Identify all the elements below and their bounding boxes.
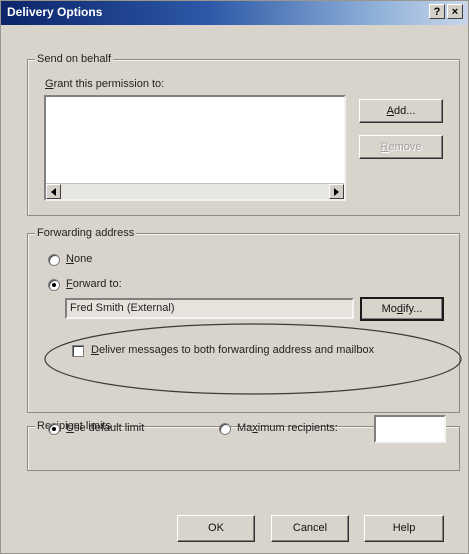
use-default-limit-radio[interactable] (48, 423, 60, 435)
horizontal-scrollbar[interactable] (46, 183, 344, 199)
help-button[interactable]: Help (364, 515, 444, 542)
maximum-recipients-label[interactable]: Maximum recipients: (237, 422, 338, 434)
close-icon[interactable]: × (447, 4, 463, 19)
modify-button-label-end: ify... (403, 303, 423, 315)
use-default-limit-radio-dot (52, 427, 56, 431)
forward-to-radio-text: orward to: (72, 278, 122, 290)
remove-button-label: emove (388, 141, 422, 153)
maximum-recipients-text-end: imum recipients: (257, 422, 338, 434)
permission-list[interactable] (44, 95, 346, 201)
grant-permission-label: Grant this permission to: (45, 78, 164, 90)
add-button-label: dd... (393, 105, 416, 117)
use-default-limit-mnemonic: U (66, 422, 74, 434)
add-button[interactable]: Add... (359, 99, 443, 123)
maximum-recipients-radio[interactable] (219, 423, 231, 435)
maximum-recipients-text-start: Ma (237, 422, 253, 434)
forward-to-radio-label[interactable]: Forward to: (66, 278, 122, 290)
highlight-ellipse (44, 323, 462, 395)
title-bar: Delivery Options ? × (1, 1, 468, 25)
none-radio-label[interactable]: None (66, 253, 92, 265)
cancel-button[interactable]: Cancel (271, 515, 349, 542)
ok-button[interactable]: OK (177, 515, 255, 542)
forwarding-address-legend: Forwarding address (35, 227, 137, 239)
remove-button[interactable]: Remove (359, 135, 443, 159)
modify-button-label-start: Mo (381, 303, 397, 315)
none-radio-text: one (73, 253, 93, 265)
forward-to-radio[interactable] (48, 279, 60, 291)
use-default-limit-label[interactable]: Use default limit (66, 422, 144, 434)
window-title: Delivery Options (7, 5, 103, 19)
send-on-behalf-legend: Send on behalf (35, 53, 114, 65)
delivery-options-dialog: Delivery Options ? × Send on behalf Gran… (0, 0, 469, 554)
none-radio[interactable] (48, 254, 60, 266)
maximum-recipients-input[interactable] (374, 415, 446, 443)
none-radio-mnemonic: N (66, 253, 74, 265)
forward-to-field: Fred Smith (External) (65, 298, 354, 319)
modify-button[interactable]: Modify... (360, 297, 444, 321)
help-icon[interactable]: ? (429, 4, 445, 19)
forward-to-radio-mnemonic: F (66, 278, 73, 290)
scroll-right-icon[interactable] (329, 184, 344, 199)
add-button-mnemonic: A (386, 105, 394, 117)
grant-permission-label-mnemonic: G (45, 78, 54, 90)
grant-permission-label-text: rant this permission to: (53, 78, 165, 90)
forward-to-radio-dot (52, 283, 56, 287)
use-default-limit-text: se default limit (73, 422, 145, 434)
scroll-left-icon[interactable] (46, 184, 61, 199)
